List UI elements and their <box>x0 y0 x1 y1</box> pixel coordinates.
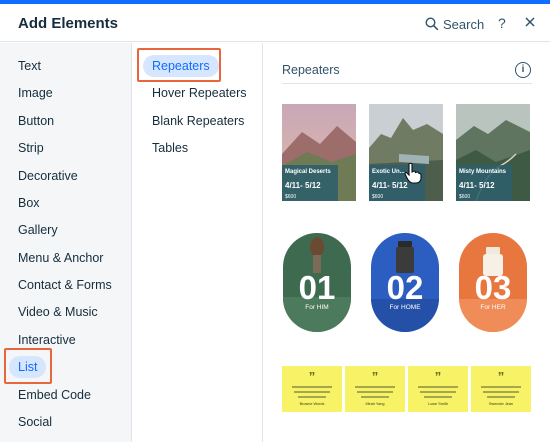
text-line <box>420 391 456 393</box>
pill-label: For HOME <box>389 304 421 311</box>
quote-icon: ” <box>434 369 442 384</box>
testimonial-name: Mirah Yang <box>365 402 385 406</box>
quote-icon: ” <box>497 369 505 384</box>
category-video-music[interactable]: Video & Music <box>18 305 98 319</box>
card-dates: 4/11- 5/12 <box>285 181 321 190</box>
testimonial-card[interactable]: ” Swender Jean <box>471 366 531 412</box>
text-line <box>483 391 519 393</box>
card-overlay: Magical Deserts 4/11- 5/12 $600 <box>282 165 338 201</box>
category-strip[interactable]: Strip <box>18 141 44 155</box>
category-decorative[interactable]: Decorative <box>18 169 78 183</box>
category-interactive[interactable]: Interactive <box>18 333 76 347</box>
category-image[interactable]: Image <box>18 86 53 100</box>
panel-header: Add Elements Search ? <box>0 4 550 42</box>
card-dates: 4/11- 5/12 <box>459 181 495 190</box>
repeater-card-exotic[interactable]: Exotic Un... 4/11- 5/12 $600 <box>369 104 443 201</box>
quote-icon: ” <box>308 369 316 384</box>
section-title: Repeaters <box>282 63 340 77</box>
text-line <box>298 396 326 398</box>
card-dates: 4/11- 5/12 <box>372 181 408 190</box>
close-button[interactable] <box>522 14 538 30</box>
text-line <box>361 396 389 398</box>
elements-panel: Repeaters i Magical Deserts 4/11- 5/12 $… <box>264 43 550 442</box>
text-line <box>487 396 515 398</box>
pill-number: 01 <box>298 269 336 306</box>
category-gallery[interactable]: Gallery <box>18 223 58 237</box>
product-pill-him[interactable]: 01 For HIM <box>283 233 351 332</box>
testimonial-card[interactable]: ” Mirah Yang <box>345 366 405 412</box>
category-menu-anchor[interactable]: Menu & Anchor <box>18 251 103 265</box>
subcategory-blank-repeaters[interactable]: Blank Repeaters <box>152 114 244 128</box>
testimonial-name: Browne Words <box>299 402 325 406</box>
category-button[interactable]: Button <box>18 114 54 128</box>
text-line <box>357 391 393 393</box>
panel-title: Add Elements <box>18 15 119 32</box>
product-pill-home[interactable]: 02 For HOME <box>371 233 439 332</box>
category-social[interactable]: Social <box>18 415 52 429</box>
search-label: Search <box>443 16 485 32</box>
testimonial-name: Lowe Smith <box>428 402 448 406</box>
text-line <box>294 391 330 393</box>
category-contact-forms[interactable]: Contact & Forms <box>18 278 112 292</box>
subcategory-tables[interactable]: Tables <box>152 141 188 155</box>
testimonial-name: Swender Jean <box>488 402 514 406</box>
hand-cursor-icon <box>404 162 422 184</box>
category-box[interactable]: Box <box>18 196 40 210</box>
card-price: $600 <box>459 194 471 200</box>
category-embed-code[interactable]: Embed Code <box>18 388 91 402</box>
testimonial-card[interactable]: ” Lowe Smith <box>408 366 468 412</box>
category-text[interactable]: Text <box>18 59 41 73</box>
subcategory-list: Repeaters Hover Repeaters Blank Repeater… <box>133 43 263 442</box>
text-line <box>355 386 395 388</box>
card-price: $600 <box>372 194 384 200</box>
info-icon[interactable]: i <box>515 62 531 78</box>
help-button[interactable]: ? <box>498 15 506 31</box>
card-name: Misty Mountains <box>459 169 507 175</box>
text-line <box>418 386 458 388</box>
pill-label: For HIM <box>305 304 329 311</box>
repeater-card-misty[interactable]: Misty Mountains 4/11- 5/12 $600 <box>456 104 530 201</box>
repeater-card-desert[interactable]: Magical Deserts 4/11- 5/12 $600 <box>282 104 356 201</box>
subcategory-hover-repeaters[interactable]: Hover Repeaters <box>152 86 247 100</box>
pill-number: 02 <box>386 269 424 306</box>
card-price: $600 <box>285 194 297 200</box>
text-line <box>292 386 332 388</box>
product-pill-her[interactable]: 03 For HER <box>459 233 527 332</box>
category-list: Text Image Button Strip Decorative Box G… <box>0 43 132 442</box>
search-button[interactable]: Search <box>425 14 484 34</box>
text-line <box>424 396 452 398</box>
close-icon <box>525 17 535 27</box>
category-list[interactable]: List <box>9 356 47 378</box>
subcategory-repeaters[interactable]: Repeaters <box>143 55 219 77</box>
card-overlay: Misty Mountains 4/11- 5/12 $600 <box>456 165 512 201</box>
quote-icon: ” <box>371 369 379 384</box>
search-icon <box>425 17 439 31</box>
text-line <box>481 386 521 388</box>
testimonial-card[interactable]: ” Browne Words <box>282 366 342 412</box>
pill-label: For HER <box>480 304 506 311</box>
card-name: Magical Deserts <box>285 169 331 175</box>
section-divider <box>282 83 532 84</box>
pill-number: 03 <box>474 269 512 306</box>
card-name: Exotic Un... <box>372 169 405 175</box>
